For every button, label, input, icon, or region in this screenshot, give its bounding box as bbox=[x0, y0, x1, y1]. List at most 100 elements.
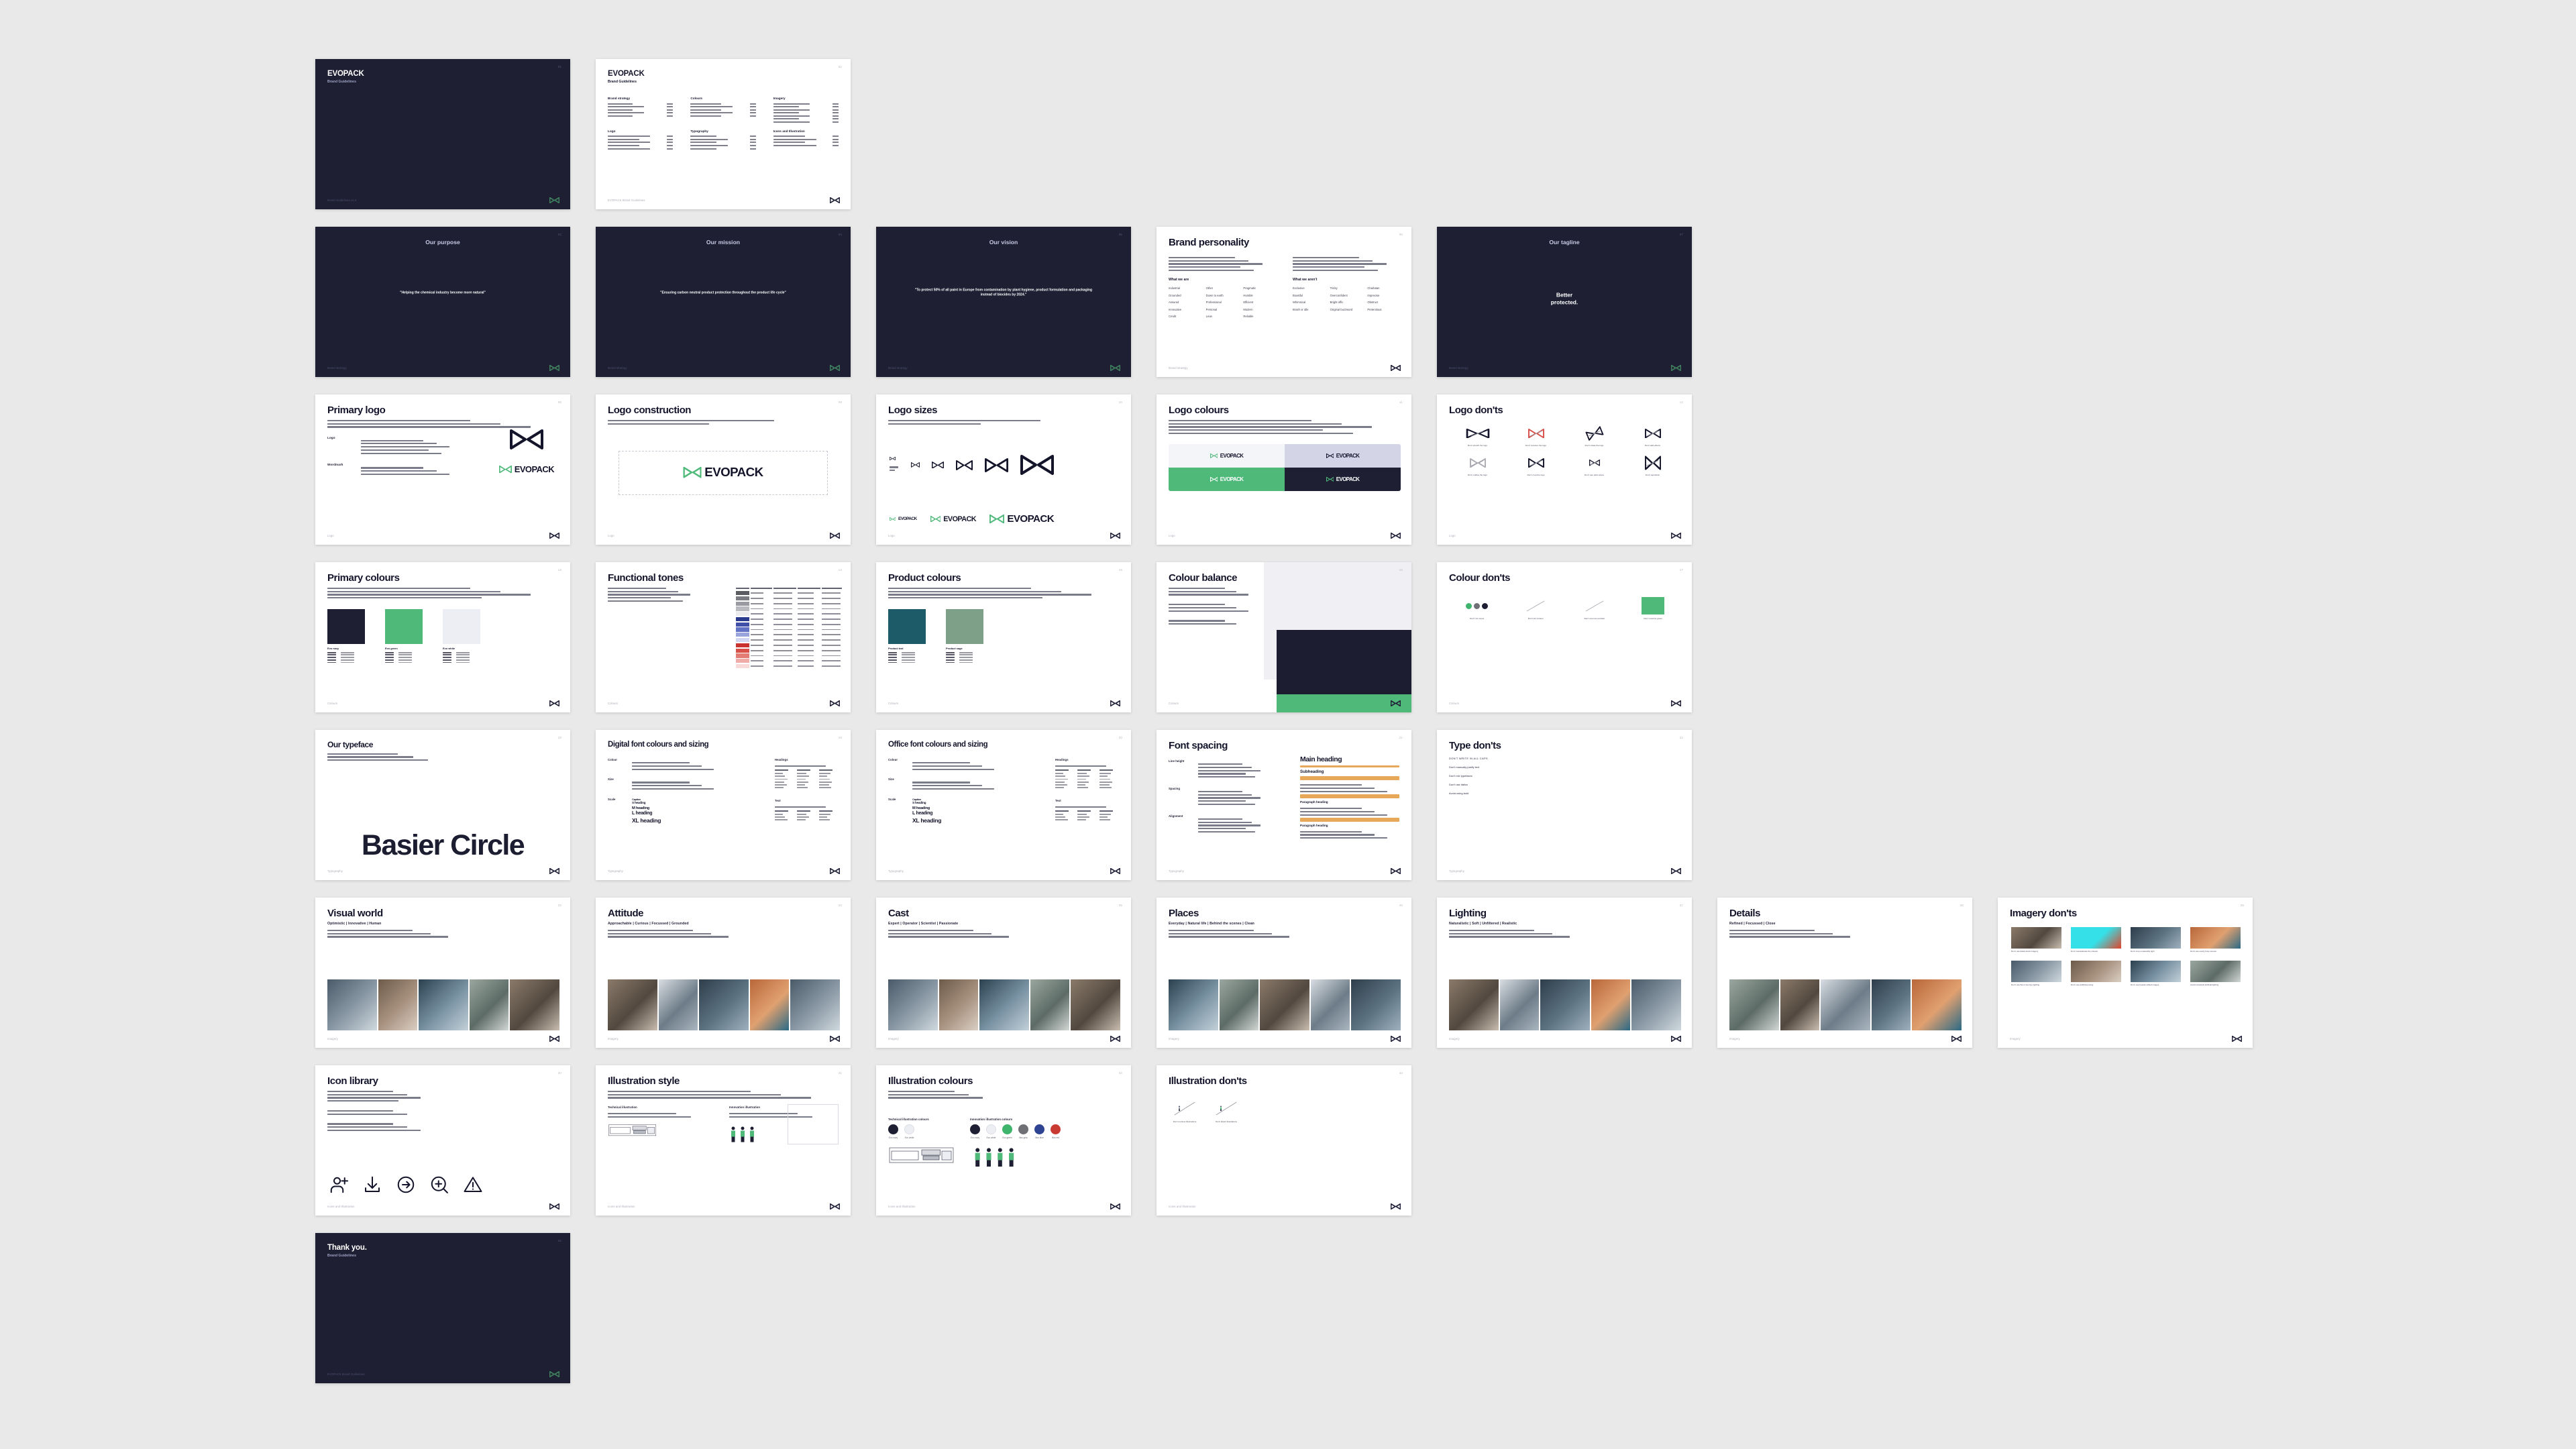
slide-visual-world[interactable]: Visual world Optimistic | Innovative | Hu… bbox=[315, 898, 570, 1048]
contents-row[interactable] bbox=[690, 115, 756, 117]
slide-digital-font[interactable]: Digital font colours and sizing Colour Siz… bbox=[596, 730, 851, 880]
contents-row[interactable] bbox=[773, 142, 839, 144]
slide-typeface[interactable]: Our typeface Basier Circle 18 Typography bbox=[315, 730, 570, 880]
slide-mission[interactable]: Our mission "Ensuring carbon neutral prod… bbox=[596, 227, 851, 377]
slide-functional-tones[interactable]: Functional tones 14 Colours bbox=[596, 562, 851, 712]
body-copy-line bbox=[1198, 766, 1252, 768]
slide-logo-construction[interactable]: Logo construction EVOPACK 09 Logo bbox=[596, 394, 851, 545]
contents-row[interactable] bbox=[608, 106, 674, 108]
icon-library-item[interactable] bbox=[329, 1175, 349, 1198]
contents-row[interactable] bbox=[690, 144, 756, 146]
contents-row[interactable] bbox=[608, 142, 674, 144]
slide-title: Digital font colours and sizing bbox=[608, 741, 709, 749]
slide-lighting[interactable]: Lighting Naturalistic | Soft | Unfiltered… bbox=[1437, 898, 1692, 1048]
slide-primary-colours[interactable]: Primary colours Evo navy Evo green Evo whit… bbox=[315, 562, 570, 712]
font-sizing-detail: Caption S heading M heading L heading XL hea… bbox=[632, 798, 725, 825]
sp bbox=[1169, 597, 1259, 600]
slide-primary-logo[interactable]: Primary logo Logo Wordmark EVOPACK 08 Logo bbox=[315, 394, 570, 545]
slide-places[interactable]: Places Everyday | Natural life | Behind t… bbox=[1157, 898, 1411, 1048]
contents-row[interactable] bbox=[690, 103, 756, 105]
slide-footer: Logo bbox=[608, 534, 614, 537]
slide-logo-sizes[interactable]: Logo sizes EVOPACK EVOPACK EVOPACK 10 Logo bbox=[876, 394, 1131, 545]
contents-row[interactable] bbox=[608, 138, 674, 140]
icon-library-copy bbox=[327, 1090, 433, 1132]
slide-logo-donts[interactable]: Logo don'ts Don't stretch the logo Don't r… bbox=[1437, 394, 1692, 545]
contents-row[interactable] bbox=[608, 112, 674, 114]
contents-row-page bbox=[833, 115, 839, 117]
image-thumbnail bbox=[418, 979, 469, 1030]
slide-cast[interactable]: Cast Expert | Operator | Scientist | Pass… bbox=[876, 898, 1131, 1048]
contents-row[interactable] bbox=[608, 144, 674, 146]
colour-value-key bbox=[443, 651, 451, 653]
colour-swatch-name: Product teal bbox=[888, 647, 904, 651]
contents-row[interactable] bbox=[690, 142, 756, 144]
slide-product-colours[interactable]: Product colours Product teal Product sage 1… bbox=[876, 562, 1131, 712]
slide-content: Product colours Product teal Product sage bbox=[876, 562, 1131, 712]
functional-tone-cell bbox=[773, 619, 793, 620]
footer-logo-mark bbox=[1671, 365, 1681, 371]
contents-row[interactable] bbox=[773, 109, 839, 111]
slide-illustration-colours[interactable]: Illustration colours Technical illustrati… bbox=[876, 1065, 1131, 1216]
slide-purpose[interactable]: Our purpose "Helping the chemical industr… bbox=[315, 227, 570, 377]
slide-cover[interactable]: EVOPACK Brand Guidelines 01 Brand Guideline… bbox=[315, 59, 570, 209]
slide-imagery-donts[interactable]: Imagery don'ts Don't use dated stock imag… bbox=[1998, 898, 2253, 1048]
imagery-dont-thumbnail bbox=[2131, 961, 2181, 983]
slide-vision[interactable]: Our vision "To protect 50% of all paint i… bbox=[876, 227, 1131, 377]
body-copy-line bbox=[327, 932, 431, 934]
image-thumbnail bbox=[1631, 979, 1681, 1030]
slide-page-number: 28 bbox=[1960, 904, 1964, 907]
contents-row[interactable] bbox=[773, 103, 839, 105]
contents-row[interactable] bbox=[690, 112, 756, 114]
contents-row[interactable] bbox=[690, 106, 756, 108]
logo-wordmark: EVOPACK bbox=[1220, 476, 1244, 482]
imagery-dont-caption: Don't oversaturate the colours bbox=[2071, 949, 2098, 953]
slide-colour-donts[interactable]: Colour don'ts Don't mix tones Don't tint c… bbox=[1437, 562, 1692, 712]
slide-attitude[interactable]: Attitude Approachable | Curious | Focusse… bbox=[596, 898, 851, 1048]
contents-row[interactable] bbox=[773, 115, 839, 117]
contents-row[interactable] bbox=[773, 112, 839, 114]
slide-page-number: 12 bbox=[1679, 400, 1683, 404]
footer-logo-mark bbox=[549, 365, 559, 371]
body-copy-line bbox=[912, 768, 995, 770]
contents-row[interactable] bbox=[690, 136, 756, 138]
contents-row[interactable] bbox=[608, 103, 674, 105]
slide-type-donts[interactable]: Type don'ts DON'T WRITE IN ALL CAPS Don't … bbox=[1437, 730, 1692, 880]
contents-row-page bbox=[667, 138, 674, 140]
slide-details[interactable]: Details Refined | Focussed | Close 28 Image… bbox=[1717, 898, 1972, 1048]
colour-value-val bbox=[341, 657, 354, 659]
contents-row[interactable] bbox=[773, 144, 839, 146]
functional-tones-row bbox=[736, 601, 841, 606]
contents-row[interactable] bbox=[608, 109, 674, 111]
contents-row[interactable] bbox=[690, 148, 756, 150]
icon-library-item[interactable] bbox=[463, 1175, 483, 1198]
contents-row[interactable] bbox=[773, 106, 839, 108]
slide-illustration-donts[interactable]: Illustration don'ts Don't recolour illust… bbox=[1157, 1065, 1411, 1216]
colour-value-key bbox=[946, 651, 955, 653]
slide-personality[interactable]: Brand personality What we are Industrial Ot… bbox=[1157, 227, 1411, 377]
slide-logo-colours[interactable]: Logo colours EVOPACK EVOPACK EVOPACK EVOPACK… bbox=[1157, 394, 1411, 545]
contents-row[interactable] bbox=[773, 136, 839, 138]
logo-lockup: EVOPACK bbox=[1210, 453, 1244, 459]
slide-colour-balance[interactable]: Colour balance 16 Colours bbox=[1157, 562, 1411, 712]
slide-thank-you[interactable]: Thank you. Brand Guidelines 34 EVOPACK Bran… bbox=[315, 1233, 570, 1383]
slide-office-font[interactable]: Office font colours and sizing Colour Size… bbox=[876, 730, 1131, 880]
icon-library-item[interactable] bbox=[362, 1175, 382, 1198]
slide-tagline[interactable]: Our tagline Better protected. 07 Brand strat… bbox=[1437, 227, 1692, 377]
contents-row[interactable] bbox=[773, 121, 839, 123]
contents-row[interactable] bbox=[608, 148, 674, 150]
contents-row[interactable] bbox=[690, 109, 756, 111]
slide-title: EVOPACK bbox=[608, 70, 645, 78]
slide-contents[interactable]: EVOPACK Brand Guidelines Brand strategy Col… bbox=[596, 59, 851, 209]
contents-row[interactable] bbox=[773, 118, 839, 120]
contents-row[interactable] bbox=[773, 138, 839, 140]
slide-illustration-style[interactable]: Illustration style Technical illustration… bbox=[596, 1065, 851, 1216]
contents-row[interactable] bbox=[690, 138, 756, 140]
contents-row[interactable] bbox=[608, 115, 674, 117]
icon-library-item[interactable] bbox=[429, 1175, 449, 1198]
icon-library-item[interactable] bbox=[396, 1175, 416, 1198]
contents-row[interactable] bbox=[608, 136, 674, 138]
illustration-dont-caption: Don't distort illustrations bbox=[1216, 1120, 1237, 1123]
slide-icon-library[interactable]: Icon library 30 Icons and Illustration bbox=[315, 1065, 570, 1216]
illustration-colour-dots: Evo navy Evo white Evo green Illus grey Illu… bbox=[970, 1124, 1061, 1139]
slide-font-spacing[interactable]: Font spacing Line height Spacing Alignment M… bbox=[1157, 730, 1411, 880]
